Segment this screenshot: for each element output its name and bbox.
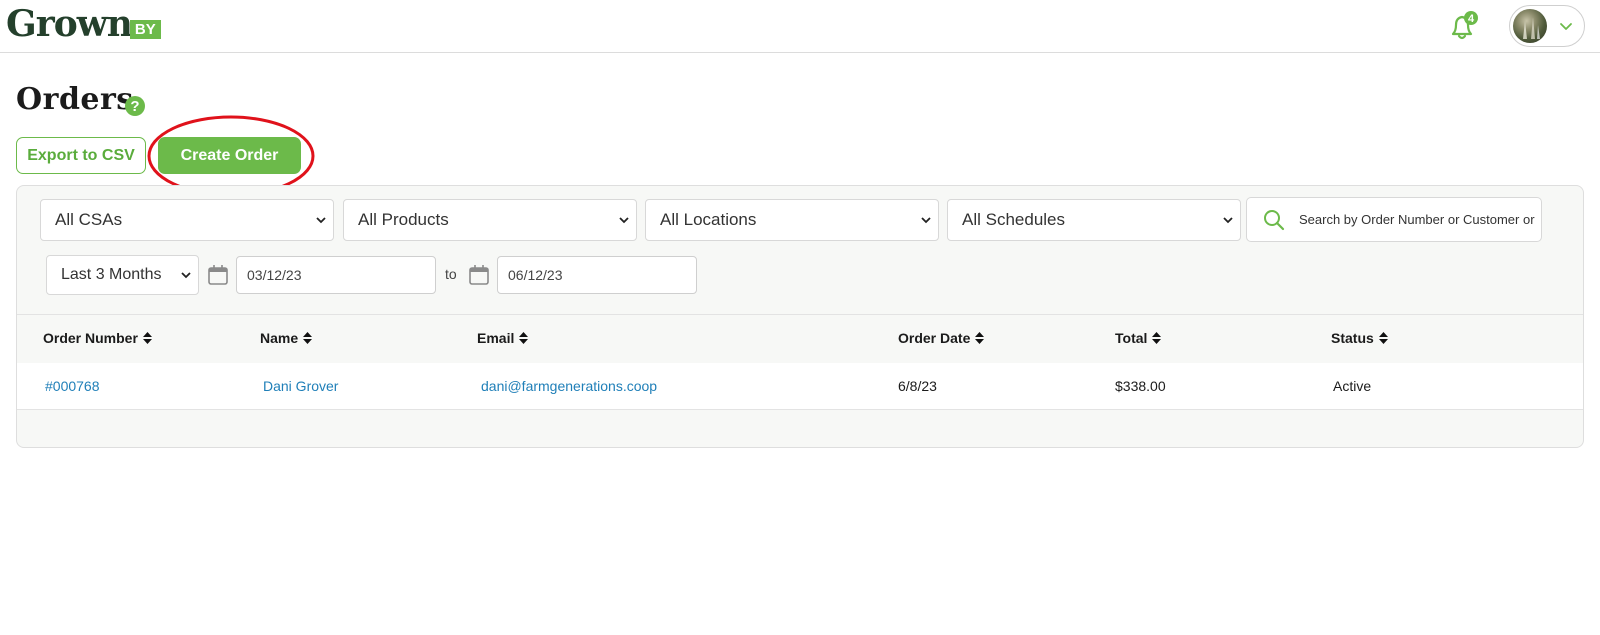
profile-menu-button[interactable] (1509, 5, 1585, 47)
create-order-button[interactable]: Create Order (158, 137, 301, 174)
schedules-filter-select[interactable]: All Schedules (947, 199, 1241, 241)
products-filter-value: All Products (358, 210, 449, 229)
notification-count: 4 (1468, 13, 1475, 25)
sort-icon (303, 332, 313, 344)
chevron-down-icon (1560, 23, 1572, 30)
order-number-link[interactable]: #000768 (45, 378, 100, 394)
logo-by-badge: BY (129, 20, 161, 39)
locations-filter-select[interactable]: All Locations (645, 199, 939, 241)
order-search-box[interactable] (1246, 197, 1542, 242)
chevron-down-icon (1223, 217, 1233, 224)
top-bar: Grown BY 4 (0, 0, 1600, 53)
export-csv-button[interactable]: Export to CSV (16, 137, 146, 174)
customer-email-link[interactable]: dani@farmgenerations.coop (481, 378, 657, 394)
column-header-order-date[interactable]: Order Date (898, 330, 985, 346)
grownby-logo[interactable]: Grown BY (6, 2, 161, 46)
calendar-icon[interactable] (207, 264, 229, 286)
bell-icon: 4 (1451, 11, 1478, 40)
chevron-down-icon (181, 272, 191, 279)
schedules-filter-value: All Schedules (962, 210, 1066, 229)
search-icon (1264, 210, 1285, 231)
chevron-down-icon (619, 217, 629, 224)
user-avatar (1513, 9, 1547, 43)
order-date-cell: 6/8/23 (898, 378, 937, 394)
column-header-name[interactable]: Name (260, 330, 313, 346)
question-circle-icon[interactable]: ? (124, 95, 146, 117)
column-header-order-number[interactable]: Order Number (43, 330, 152, 346)
table-row: #000768 Dani Grover dani@farmgenerations… (17, 363, 1583, 410)
start-date-value: 03/12/23 (247, 267, 302, 283)
date-range-value: Last 3 Months (61, 266, 162, 283)
start-date-input[interactable]: 03/12/23 (236, 256, 436, 294)
customer-name-link[interactable]: Dani Grover (263, 378, 338, 394)
locations-filter-value: All Locations (660, 210, 757, 229)
orders-table-header: Order Number Name Email Order Date Total… (17, 314, 1583, 364)
column-header-email[interactable]: Email (477, 330, 529, 346)
csa-filter-select[interactable]: All CSAs (40, 199, 334, 241)
svg-text:?: ? (130, 98, 139, 115)
products-filter-select[interactable]: All Products (343, 199, 637, 241)
csa-filter-value: All CSAs (55, 210, 123, 229)
column-header-total[interactable]: Total (1115, 330, 1162, 346)
chevron-down-icon (921, 217, 931, 224)
search-input[interactable] (1299, 198, 1541, 241)
notifications-button[interactable]: 4 (1445, 8, 1481, 44)
sort-icon (519, 332, 529, 344)
end-date-value: 06/12/23 (508, 267, 563, 283)
end-date-input[interactable]: 06/12/23 (497, 256, 697, 294)
column-header-status[interactable]: Status (1331, 330, 1388, 346)
sort-icon (1152, 332, 1162, 344)
date-range-select[interactable]: Last 3 Months (46, 255, 199, 295)
logo-word: Grown (6, 3, 133, 45)
date-to-label: to (445, 266, 457, 282)
chevron-down-icon (316, 217, 326, 224)
sort-icon (142, 332, 152, 344)
sort-icon (1378, 332, 1388, 344)
order-status-cell: Active (1333, 378, 1372, 394)
page-title: Orders (16, 82, 134, 117)
calendar-icon[interactable] (468, 264, 490, 286)
orders-panel: All CSAs All Products All Locations All … (16, 185, 1584, 448)
sort-icon (975, 332, 985, 344)
order-total-cell: $338.00 (1115, 378, 1166, 394)
